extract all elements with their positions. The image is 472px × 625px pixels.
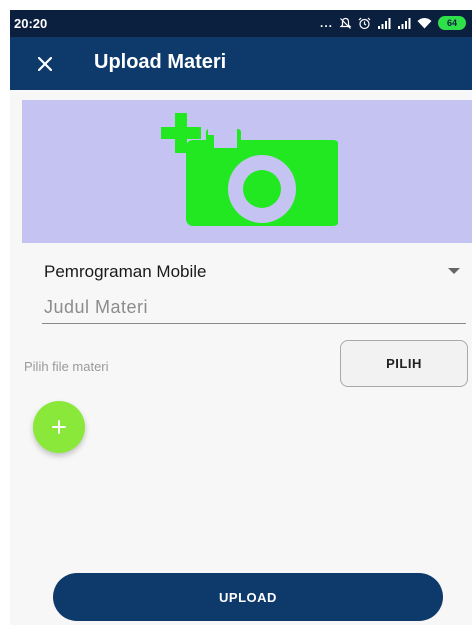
add-file-fab[interactable] bbox=[33, 401, 85, 453]
signal-1-icon bbox=[378, 18, 391, 29]
dropdown-arrow-icon bbox=[448, 268, 460, 274]
close-button[interactable] bbox=[30, 49, 60, 79]
battery-icon: 64 bbox=[438, 16, 466, 30]
close-icon bbox=[38, 57, 52, 71]
file-label: Pilih file materi bbox=[24, 359, 109, 374]
upload-button[interactable]: UPLOAD bbox=[53, 573, 443, 621]
course-spinner-value: Pemrograman Mobile bbox=[44, 262, 207, 281]
page-title: Upload Materi bbox=[94, 51, 227, 73]
app-screen: 20:20 ... 64 Upload Materi Pemrograman M… bbox=[10, 10, 472, 625]
more-dots-icon: ... bbox=[319, 16, 333, 30]
status-time: 20:20 bbox=[14, 16, 48, 31]
material-title-input[interactable] bbox=[42, 292, 466, 324]
status-bar: 20:20 ... 64 bbox=[10, 10, 472, 37]
add-photo-icon bbox=[161, 113, 338, 226]
course-spinner[interactable]: Pemrograman Mobile bbox=[44, 261, 468, 289]
alarm-icon bbox=[358, 17, 371, 29]
signal-2-icon bbox=[398, 18, 411, 29]
wifi-icon bbox=[417, 18, 432, 29]
app-bar: Upload Materi bbox=[10, 37, 472, 90]
image-picker[interactable] bbox=[22, 100, 472, 243]
status-icons: ... 64 bbox=[320, 14, 466, 32]
notification-off-icon bbox=[339, 17, 352, 29]
pick-file-button[interactable]: PILIH bbox=[340, 340, 468, 387]
plus-icon bbox=[52, 420, 66, 434]
